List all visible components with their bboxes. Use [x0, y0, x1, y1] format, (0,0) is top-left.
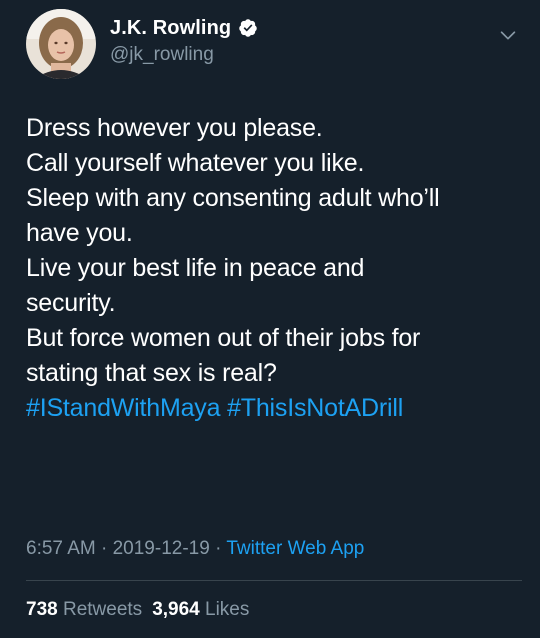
likes-count: 3,964 — [152, 599, 200, 620]
hashtag-line: #IStandWithMaya #ThisIsNotADrill — [26, 391, 496, 426]
hashtag-link[interactable]: #ThisIsNotADrill — [227, 394, 403, 422]
tweet-line: Live your best life in peace and — [26, 254, 365, 282]
retweets-stat[interactable]: 738 Retweets — [26, 599, 142, 620]
meta-separator: · — [215, 538, 222, 559]
tweet-line: But force women out of their jobs for — [26, 324, 421, 352]
tweet-stats: 738 Retweets 3,964 Likes — [26, 599, 249, 621]
likes-label: Likes — [205, 599, 250, 620]
retweets-count: 738 — [26, 599, 58, 620]
meta-separator: · — [101, 538, 108, 559]
chevron-down-icon[interactable] — [497, 24, 519, 46]
author-display-name[interactable]: J.K. Rowling — [110, 17, 231, 40]
tweet-date[interactable]: 2019-12-19 — [113, 538, 210, 559]
tweet-source-link[interactable]: Twitter Web App — [226, 538, 364, 559]
tweet-line: security. — [26, 289, 116, 317]
tweet-line: Dress however you please. — [26, 114, 323, 142]
tweet-line: stating that sex is real? — [26, 359, 277, 387]
avatar[interactable] — [26, 9, 96, 79]
tweet-text: Dress however you please. Call yourself … — [26, 111, 496, 426]
tweet-time[interactable]: 6:57 AM — [26, 538, 96, 559]
retweets-label: Retweets — [62, 599, 143, 620]
tweet-line: Call yourself whatever you like. — [26, 149, 365, 177]
hashtag-link[interactable]: #IStandWithMaya — [26, 394, 221, 422]
divider — [26, 580, 522, 581]
likes-stat[interactable]: 3,964 Likes — [152, 599, 249, 620]
tweet-meta: 6:57 AM · 2019-12-19 · Twitter Web App — [26, 538, 364, 560]
avatar-image — [26, 9, 96, 79]
author-name-row: J.K. Rowling — [110, 15, 258, 41]
verified-badge-icon — [239, 19, 257, 37]
tweet-card: J.K. Rowling @jk_rowling Dress however y… — [0, 0, 540, 638]
tweet-line: have you. — [26, 219, 133, 247]
tweet-line: Sleep with any consenting adult who’ll — [26, 184, 440, 212]
author-handle[interactable]: @jk_rowling — [110, 44, 214, 66]
